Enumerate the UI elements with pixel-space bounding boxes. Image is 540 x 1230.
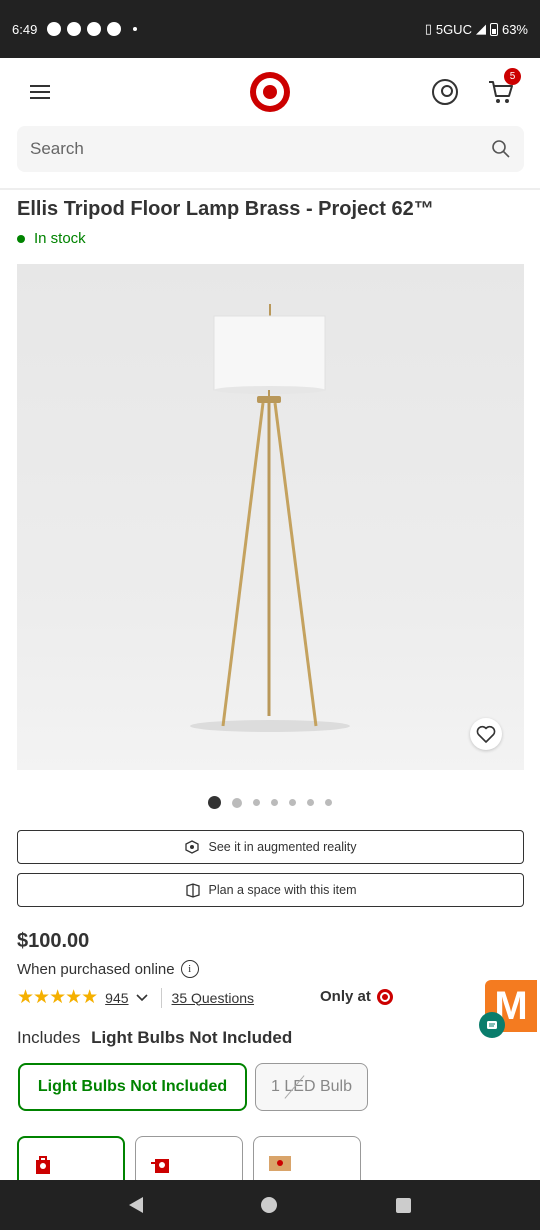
store-bag-icon: [36, 1156, 50, 1174]
fulfillment-options: [17, 1136, 361, 1186]
network-label: 5GUC: [435, 21, 472, 37]
price-note-label: When purchased online: [17, 960, 175, 978]
target-bullseye-icon: [376, 988, 393, 1005]
status-time: 6:49: [12, 21, 38, 37]
questions-link[interactable]: 35 Questions: [172, 990, 255, 1006]
carousel-dot-6[interactable]: [307, 799, 314, 806]
menu-icon[interactable]: [30, 85, 50, 99]
image-carousel-dots: [0, 796, 540, 809]
review-count-link[interactable]: 945: [105, 990, 128, 1006]
drive-up-bag-icon: [151, 1159, 169, 1173]
fulfillment-card-drive-up[interactable]: [135, 1136, 243, 1186]
messenger-icon: [47, 22, 62, 36]
stock-status: In stock: [17, 230, 86, 247]
snapchat-icon-2: [87, 22, 102, 36]
exclusive-label: Only at: [320, 988, 393, 1005]
account-icon[interactable]: [432, 79, 458, 105]
search-input[interactable]: [30, 139, 491, 159]
product-image[interactable]: [17, 264, 524, 770]
augmented-reality-button[interactable]: See it in augmented reality: [17, 830, 524, 864]
info-icon[interactable]: i: [180, 960, 199, 978]
room-plan-icon: [185, 882, 201, 898]
home-icon[interactable]: [261, 1197, 278, 1213]
vibrate-icon: ▯: [424, 21, 432, 36]
carousel-dot-3[interactable]: [253, 799, 260, 806]
variant-label: Includes: [17, 1028, 81, 1047]
header-divider: [0, 188, 540, 190]
heart-icon: [476, 725, 496, 743]
search-icon[interactable]: [491, 139, 511, 159]
stock-label: In stock: [34, 230, 86, 247]
variant-option-no-bulbs[interactable]: Light Bulbs Not Included: [18, 1063, 247, 1111]
fulfillment-card-shipping[interactable]: [253, 1136, 361, 1186]
ar-cube-icon: [184, 839, 200, 855]
app-header: 5: [0, 58, 540, 128]
carousel-dot-7[interactable]: [325, 799, 332, 806]
battery-level: 63%: [501, 21, 528, 37]
more-notifications-icon: [133, 27, 138, 31]
plan-button-label: Plan a space with this item: [208, 883, 357, 897]
ar-button-label: See it in augmented reality: [208, 840, 357, 854]
cart-count-badge: 5: [504, 68, 521, 85]
stock-dot-icon: [17, 234, 25, 243]
carousel-dot-5[interactable]: [289, 799, 296, 806]
variant-heading: Includes Light Bulbs Not Included: [17, 1028, 292, 1048]
carousel-dot-2[interactable]: [232, 797, 242, 808]
target-logo[interactable]: [250, 72, 290, 112]
floor-lamp-illustration: [190, 304, 350, 732]
exclusive-text: Only at: [320, 988, 371, 1005]
snapchat-icon: [67, 22, 82, 36]
app-notification-icon: [107, 22, 122, 36]
shipping-box-icon: [269, 1156, 291, 1171]
carousel-dot-4[interactable]: [271, 799, 278, 806]
favorite-button[interactable]: [470, 718, 502, 750]
signal-icon: ◢: [475, 21, 486, 36]
battery-icon: [489, 22, 498, 36]
variant-option-led-bulb[interactable]: 1 LED Bulb: [255, 1063, 368, 1111]
price-note: When purchased online i: [17, 960, 199, 978]
recent-apps-icon[interactable]: [395, 1197, 411, 1213]
system-nav-bar: [0, 1180, 540, 1230]
variant-selected-value: Light Bulbs Not Included: [91, 1028, 293, 1047]
rating-row: ★★★★★ 945 35 Questions: [17, 986, 254, 1009]
fulfillment-card-pickup[interactable]: [17, 1136, 125, 1186]
back-icon[interactable]: [129, 1197, 144, 1213]
chevron-down-icon[interactable]: [135, 993, 149, 1003]
product-title: Ellis Tripod Floor Lamp Brass - Project …: [17, 198, 434, 220]
search-bar[interactable]: [17, 126, 524, 172]
plan-space-button[interactable]: Plan a space with this item: [17, 873, 524, 907]
chat-icon[interactable]: [479, 1012, 505, 1038]
variant-option-led-label: 1 LED Bulb: [271, 1078, 352, 1095]
status-bar: 6:49 ▯ 5GUC ◢ 63%: [0, 0, 540, 58]
product-price: $100.00: [17, 930, 90, 952]
carousel-dot-1[interactable]: [208, 796, 221, 809]
rating-stars[interactable]: ★★★★★: [17, 986, 98, 1009]
